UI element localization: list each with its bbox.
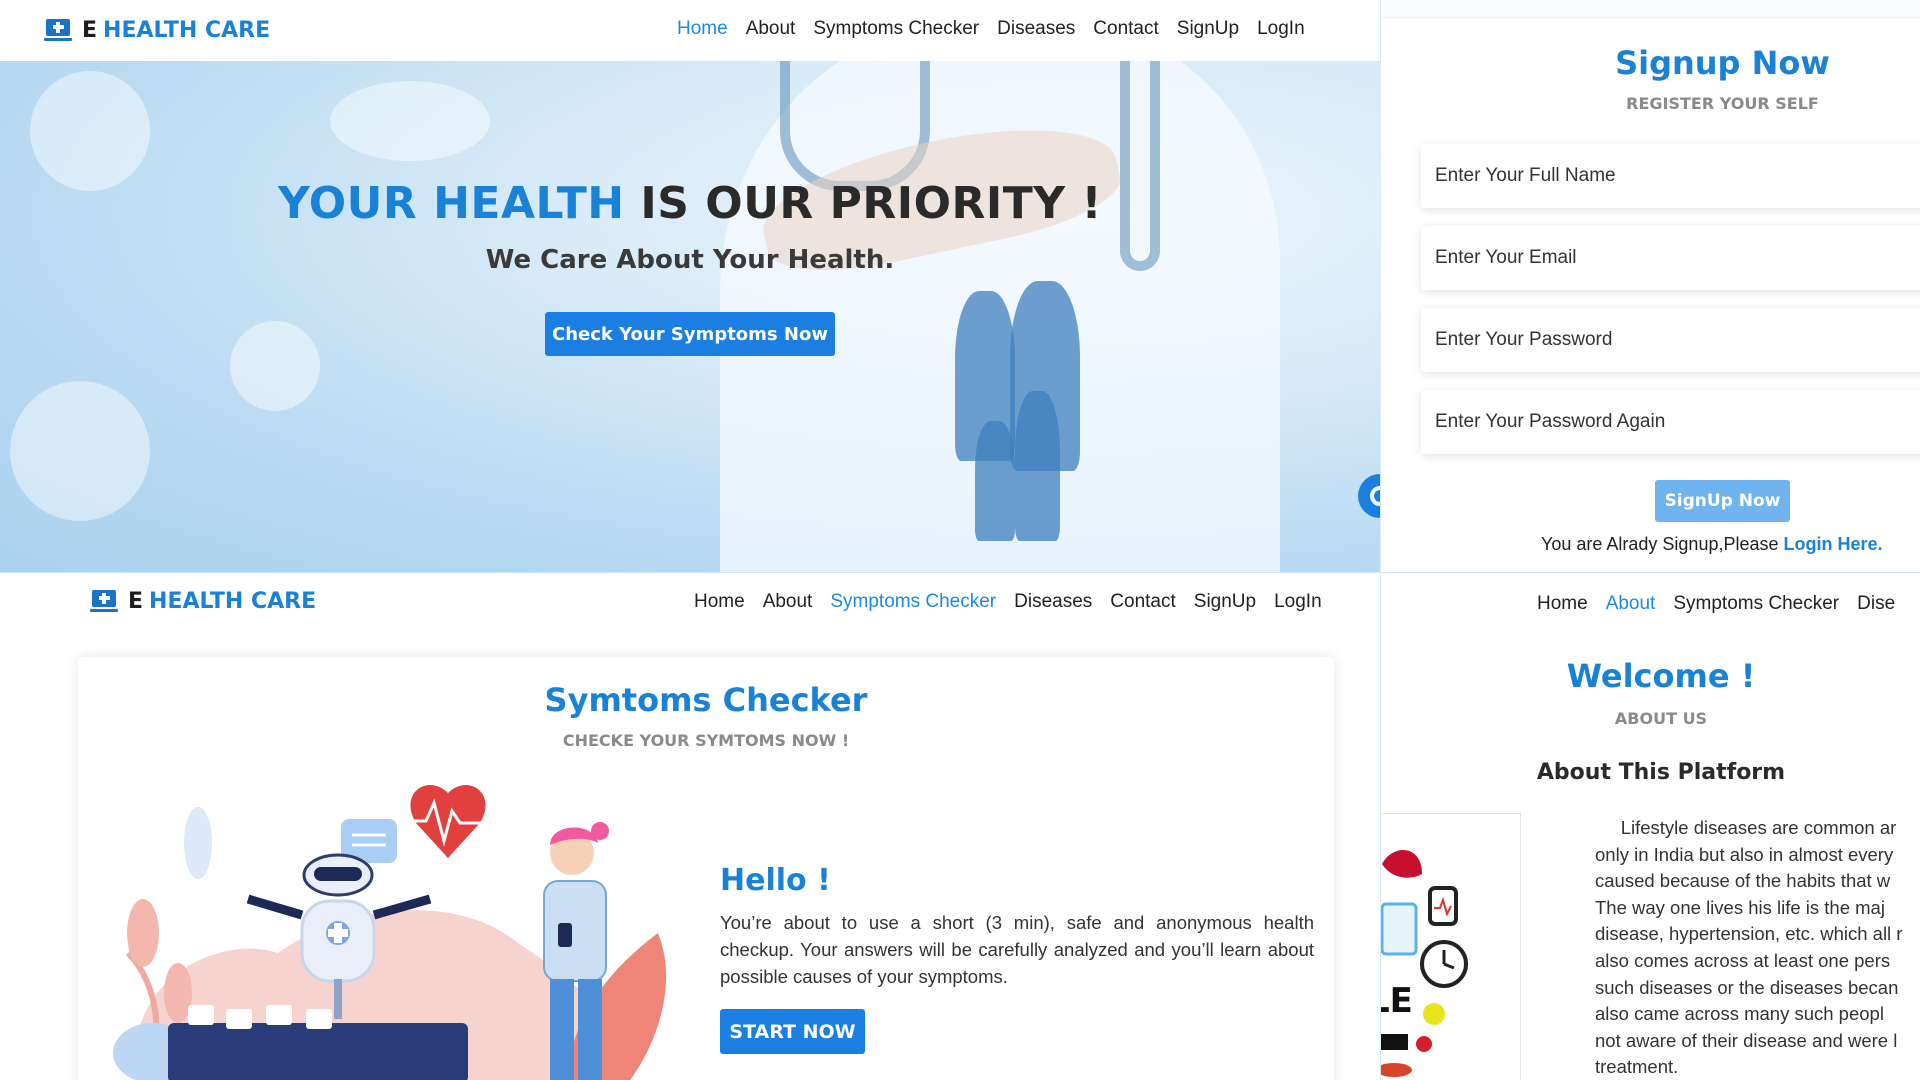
login-link[interactable]: Login Here.: [1784, 534, 1883, 554]
checker-description: You’re about to use a short (3 min), saf…: [720, 912, 1314, 987]
illustration-svg: [113, 784, 666, 1080]
email-field[interactable]: Enter Your Email: [1421, 226, 1920, 290]
robot-doctor-illustration: [98, 783, 694, 1080]
scale-icon: [1381, 902, 1418, 956]
bokeh-light: [230, 321, 320, 411]
nav-link-symptoms-checker[interactable]: Symptoms Checker: [1673, 593, 1839, 615]
about-line: also comes across at least one pers: [1595, 949, 1891, 971]
hero-title-highlight: YOUR HEALTH: [277, 178, 625, 229]
nav-link-login[interactable]: LogIn: [1257, 18, 1305, 40]
leaf: [127, 899, 159, 967]
bokeh-light: [10, 381, 150, 521]
welcome-title: Welcome !: [1566, 657, 1756, 695]
hello-heading: Hello !: [720, 863, 831, 898]
nav-link-about[interactable]: About: [763, 591, 813, 613]
family-figure: [975, 421, 1015, 541]
start-now-button[interactable]: START NOW: [720, 1009, 865, 1054]
nav-link-contact[interactable]: Contact: [1093, 18, 1158, 40]
about-line: disease, hypertension, etc. which all r: [1595, 923, 1903, 945]
bokeh-light: [330, 81, 490, 161]
brand-letter: E: [82, 18, 98, 43]
brand-name: HEALTH CARE: [103, 18, 271, 43]
check-symptoms-button[interactable]: Check Your Symptoms Now: [545, 312, 835, 356]
person-body: [543, 880, 607, 982]
checker-subtitle: CHECKE YOUR SYMTOMS NOW !: [562, 731, 850, 750]
about-subtitle: ABOUT US: [1614, 709, 1708, 728]
confirm-password-field[interactable]: Enter Your Password Again: [1421, 390, 1920, 454]
leaf: [164, 963, 192, 1023]
top-navbar: E HEALTH CARE Home About Symptoms Checker D…: [0, 0, 1380, 61]
about-line: not aware of their disease and were l: [1595, 1029, 1898, 1051]
nav-link-contact[interactable]: Contact: [1110, 591, 1175, 613]
nav-link-symptoms-checker[interactable]: Symptoms Checker: [813, 18, 979, 40]
about-panel: Home About Symptoms Checker Dise Welcome ! …: [1380, 572, 1920, 1080]
signup-topbar: [1381, 0, 1920, 18]
brand-letter: E: [128, 589, 144, 614]
stethoscope-tube: [1120, 61, 1160, 271]
about-line: treatment.: [1595, 1056, 1679, 1078]
lifestyle-word: LE: [1380, 981, 1413, 1021]
signup-panel: Signup Now REGISTER YOUR SELF Enter Your…: [1380, 0, 1920, 572]
strawberry-icon: [1416, 1036, 1432, 1052]
brand-name: HEALTH CARE: [149, 589, 317, 614]
about-line: Lifestyle diseases are common ar: [1595, 817, 1897, 838]
about-line: such diseases or the diseases becan: [1595, 976, 1899, 998]
person-leg: [550, 979, 574, 1080]
about-line: The way one lives his life is the maj: [1595, 896, 1885, 918]
lifestyle-image: LE: [1380, 813, 1521, 1080]
about-line: also came across many such peopl: [1595, 1003, 1884, 1025]
signup-title: Signup Now: [1615, 44, 1830, 82]
signup-subtitle: REGISTER YOUR SELF: [1626, 94, 1819, 113]
nav-link-diseases[interactable]: Diseases: [1014, 591, 1092, 613]
hero-title: YOUR HEALTH IS OUR PRIORITY !: [0, 178, 1380, 229]
nav-link-signup[interactable]: SignUp: [1194, 591, 1256, 613]
smartwatch-icon: [1428, 886, 1458, 926]
nav-link-home[interactable]: Home: [677, 18, 728, 40]
about-line: caused because of the habits that w: [1595, 870, 1891, 892]
nav-link-login[interactable]: LogIn: [1274, 591, 1322, 613]
brand-logo[interactable]: E HEALTH CARE: [44, 18, 270, 43]
about-paragraph: Lifestyle diseases are common ar only in …: [1595, 815, 1920, 1080]
about-heading: About This Platform: [1536, 760, 1786, 785]
family-figure: [1015, 391, 1060, 541]
robot-arm: [246, 894, 304, 920]
nav-link-about[interactable]: About: [1606, 593, 1656, 615]
home-panel: E HEALTH CARE Home About Symptoms Checker D…: [0, 0, 1380, 572]
nav-link-home[interactable]: Home: [694, 591, 745, 613]
nav-link-signup[interactable]: SignUp: [1177, 18, 1239, 40]
about-navbar: Home About Symptoms Checker Dise: [1381, 573, 1920, 634]
brand-logo[interactable]: E HEALTH CARE: [90, 589, 316, 614]
lime-icon: [1423, 1003, 1445, 1025]
login-prompt-text: You are Alrady Signup,Please: [1541, 534, 1784, 554]
main-menu: Home About Symptoms Checker Diseases Contact…: [685, 591, 1331, 613]
nav-link-dise[interactable]: Dise: [1857, 593, 1895, 615]
about-line: only in India but also in almost every: [1595, 843, 1894, 865]
meat-icon: [1382, 850, 1422, 878]
full-name-field[interactable]: Enter Your Full Name: [1421, 144, 1920, 208]
login-prompt: You are Alrady Signup,Please Login Here.: [1541, 534, 1883, 555]
checker-navbar: E HEALTH CARE Home About Symptoms Checker D…: [0, 573, 1380, 634]
signup-button[interactable]: SignUp Now: [1655, 480, 1790, 522]
symptoms-checker-panel: E HEALTH CARE Home About Symptoms Checker D…: [0, 572, 1380, 1080]
laptop-medical-icon: [44, 18, 74, 43]
main-menu: Home About Symptoms Checker Diseases Contact…: [668, 18, 1314, 40]
lifestyle-collage: LE: [1380, 850, 1468, 1077]
keyboard-device: [168, 1023, 468, 1080]
password-field[interactable]: Enter Your Password: [1421, 308, 1920, 372]
nav-link-about[interactable]: About: [746, 18, 796, 40]
main-menu: Home About Symptoms Checker Dise: [1528, 593, 1904, 615]
nav-link-symptoms-checker[interactable]: Symptoms Checker: [830, 591, 996, 613]
hero-title-rest: IS OUR PRIORITY !: [640, 178, 1103, 229]
bokeh-light: [30, 71, 150, 191]
laptop-medical-icon: [90, 589, 120, 614]
leaf: [184, 807, 212, 879]
checker-title: Symtoms Checker: [544, 681, 868, 719]
nav-link-diseases[interactable]: Diseases: [997, 18, 1075, 40]
nav-link-home[interactable]: Home: [1537, 593, 1588, 615]
hero-subtitle: We Care About Your Health.: [485, 245, 895, 275]
person-leg: [578, 979, 602, 1080]
